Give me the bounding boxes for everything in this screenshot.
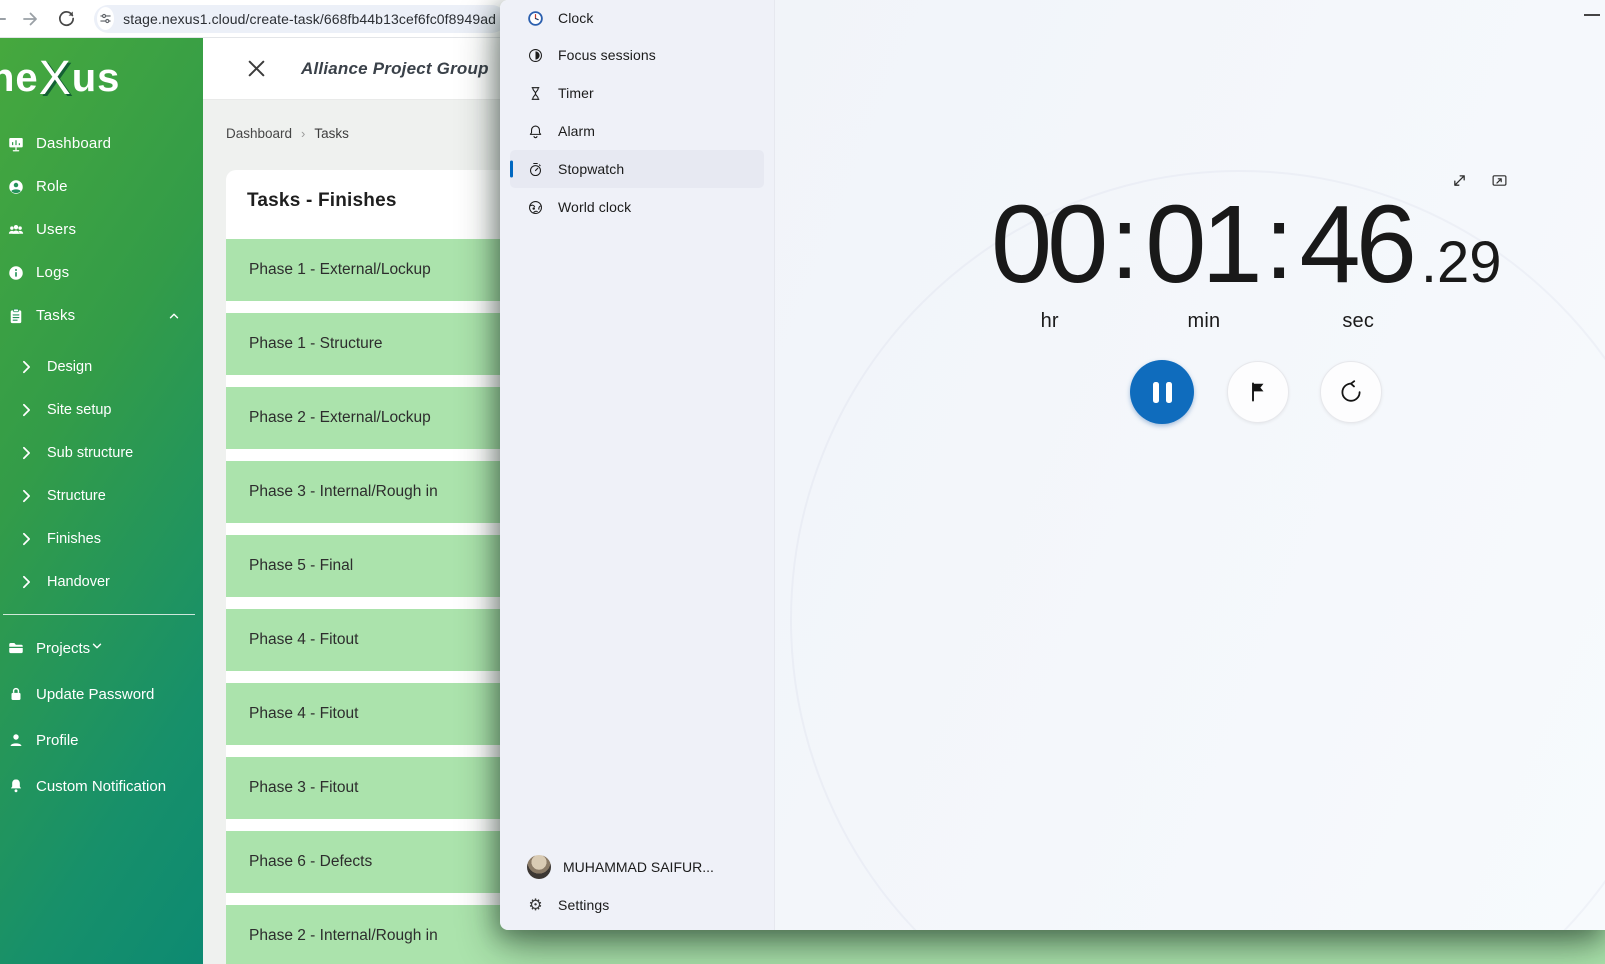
sidebar-item-label: Role (36, 178, 68, 195)
focus-sessions-icon (527, 47, 544, 64)
unit-label-sec: sec (1300, 310, 1417, 333)
sidebar-item-label: Dashboard (36, 135, 111, 152)
sidebar-item-logs[interactable]: Logs (0, 251, 203, 294)
nav-bottom: MUHAMMAD SAIFUR... ⚙ Settings (500, 848, 774, 930)
back-icon[interactable] (0, 18, 6, 20)
lock-icon (7, 685, 25, 703)
chevron-up-icon (167, 309, 181, 323)
clock-nav-settings[interactable]: ⚙ Settings (510, 886, 764, 924)
chevron-right-icon (22, 446, 31, 460)
flag-icon (1245, 379, 1271, 405)
forward-icon[interactable] (16, 5, 44, 33)
unit-label-min: min (1145, 310, 1262, 333)
clock-nav-timer[interactable]: Timer (510, 74, 764, 112)
clock-user-account[interactable]: MUHAMMAD SAIFUR... (510, 848, 764, 886)
close-icon[interactable] (243, 56, 269, 82)
unit-label-hr: hr (991, 310, 1108, 333)
chevron-right-icon (22, 489, 31, 503)
chevron-right-icon (22, 575, 31, 589)
user-name: MUHAMMAD SAIFUR... (563, 859, 714, 875)
sidebar-item-label: Users (36, 221, 76, 238)
sidebar-item-update-password[interactable]: Update Password (0, 671, 203, 717)
breadcrumb-separator: › (301, 126, 305, 141)
sidebar-item-tasks[interactable]: Tasks (0, 294, 203, 337)
sidebar-item-users[interactable]: Users (0, 208, 203, 251)
expand-icon[interactable] (1451, 172, 1468, 189)
chevron-right-icon (22, 403, 31, 417)
reset-button[interactable] (1320, 361, 1382, 423)
sidebar-item-custom-notification[interactable]: Custom Notification (0, 763, 203, 809)
projects-icon (7, 639, 25, 657)
logs-icon (7, 264, 25, 282)
nav-spacer (500, 226, 774, 848)
minimize-button[interactable] (1584, 14, 1600, 16)
modal-title: Alliance Project Group (301, 59, 489, 79)
sidebar-subitem-design[interactable]: Design (0, 345, 203, 388)
role-icon (7, 178, 25, 196)
nexus-logo[interactable]: neXus (0, 38, 203, 122)
stopwatch-panel: 00 : 01 : 46 .29 hr min sec (775, 0, 1605, 930)
tasks-submenu: Design Site setup Sub structure Structur… (0, 345, 203, 603)
sidebar-item-label: Logs (36, 264, 69, 281)
stopwatch-controls (1130, 360, 1382, 424)
sidebar-subitem-handover[interactable]: Handover (0, 560, 203, 603)
stopwatch-toolbar (1451, 172, 1508, 189)
stopwatch-seconds: 46 (1300, 190, 1417, 300)
stopwatch-hours: 00 (991, 190, 1108, 300)
alarm-bell-icon (527, 123, 544, 140)
tasks-icon (7, 307, 25, 325)
site-settings-icon[interactable] (97, 7, 114, 30)
sidebar-item-dashboard[interactable]: Dashboard (0, 122, 203, 165)
chevron-right-icon (22, 532, 31, 546)
app-sidebar: neXus Dashboard Role Users Logs (0, 38, 203, 964)
chevron-down-icon (90, 639, 104, 658)
breadcrumb-dashboard[interactable]: Dashboard (226, 126, 292, 141)
sidebar-item-projects[interactable]: Projects (0, 625, 203, 671)
clock-nav-focus-sessions[interactable]: Focus sessions (510, 36, 764, 74)
sidebar-item-label: Tasks (36, 307, 75, 324)
sidebar-subitem-site-setup[interactable]: Site setup (0, 388, 203, 431)
logo-x-mark: X (39, 52, 72, 105)
pause-button[interactable] (1130, 360, 1194, 424)
chevron-right-icon (22, 360, 31, 374)
stopwatch-time: 00 : 01 : 46 .29 hr min sec (991, 190, 1502, 333)
timer-hourglass-icon (527, 85, 544, 102)
breadcrumb: Dashboard › Tasks (226, 124, 349, 142)
clock-nav-alarm[interactable]: Alarm (510, 112, 764, 150)
time-separator: : (1263, 191, 1300, 295)
time-separator: : (1108, 191, 1145, 295)
stopwatch-fraction: .29 (1417, 234, 1502, 292)
sidebar-item-role[interactable]: Role (0, 165, 203, 208)
clock-app-icon (527, 10, 544, 27)
user-avatar (527, 855, 551, 879)
stopwatch-icon (527, 161, 544, 178)
url-bar[interactable]: stage.nexus1.cloud/create-task/668fb44b1… (94, 5, 506, 33)
profile-icon (7, 731, 25, 749)
sidebar-item-profile[interactable]: Profile (0, 717, 203, 763)
reset-icon (1338, 379, 1364, 405)
gear-icon: ⚙ (527, 897, 544, 914)
clock-app-title: Clock (510, 0, 764, 36)
pause-icon (1153, 382, 1172, 403)
breadcrumb-tasks[interactable]: Tasks (314, 126, 349, 141)
sidebar-subitem-structure[interactable]: Structure (0, 474, 203, 517)
clock-nav-stopwatch[interactable]: Stopwatch (510, 150, 764, 188)
dashboard-icon (7, 135, 25, 153)
url-text: stage.nexus1.cloud/create-task/668fb44b1… (123, 11, 496, 27)
world-clock-icon (527, 199, 544, 216)
sidebar-subitem-finishes[interactable]: Finishes (0, 517, 203, 560)
clock-nav-world-clock[interactable]: World clock (510, 188, 764, 226)
keep-on-top-icon[interactable] (1491, 172, 1508, 189)
stopwatch-minutes: 01 (1145, 190, 1262, 300)
reload-icon[interactable] (52, 5, 80, 33)
lap-flag-button[interactable] (1227, 361, 1289, 423)
screen: stage.nexus1.cloud/create-task/668fb44b1… (0, 0, 1605, 964)
bell-icon (7, 777, 25, 795)
clock-nav-pane: Clock Focus sessions Timer Alarm (500, 0, 775, 930)
users-icon (7, 221, 25, 239)
sidebar-subitem-sub-structure[interactable]: Sub structure (0, 431, 203, 474)
clock-app-window: Clock Focus sessions Timer Alarm (500, 0, 1605, 930)
sidebar-divider (3, 614, 195, 615)
